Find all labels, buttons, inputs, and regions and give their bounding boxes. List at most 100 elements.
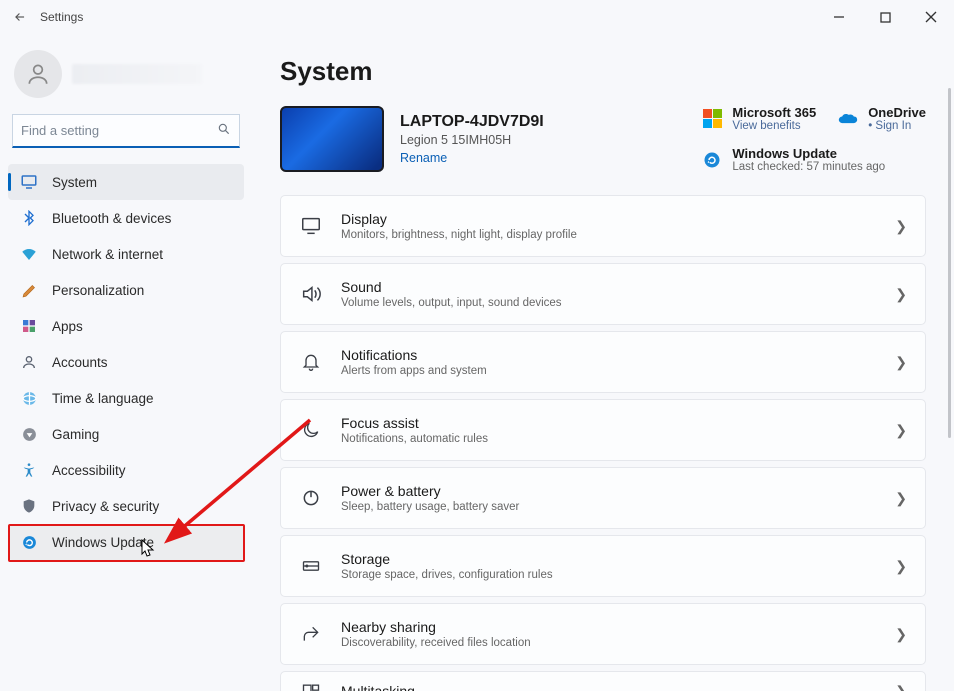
sidebar-item-accounts[interactable]: Accounts [8,344,244,380]
sidebar-item-system[interactable]: System [8,164,244,200]
card-sound[interactable]: Sound Volume levels, output, input, sound… [280,263,926,325]
search-icon [217,122,231,139]
sound-icon [299,282,323,306]
status-sub: • Sign In [868,120,926,132]
chevron-right-icon: ❯ [895,286,907,303]
card-title: Storage [341,551,553,567]
search-box[interactable] [12,114,240,148]
card-power-battery[interactable]: Power & batterySleep, battery usage, bat… [280,467,926,529]
sidebar-item-label: Personalization [52,283,144,298]
window-title: Settings [40,10,83,24]
status-microsoft365[interactable]: Microsoft 365 View benefits [702,105,816,132]
power-icon [299,486,323,510]
windows-update-icon [18,531,40,553]
chevron-right-icon: ❯ [895,558,907,575]
wifi-icon [18,243,40,265]
status-title: Microsoft 365 [732,105,816,120]
bluetooth-icon [18,207,40,229]
status-title: Windows Update [732,146,885,161]
chevron-right-icon: ❯ [895,422,907,439]
accessibility-icon [18,459,40,481]
scrollbar[interactable] [948,88,951,438]
chevron-right-icon: ❯ [895,683,907,691]
sidebar-item-accessibility[interactable]: Accessibility [8,452,244,488]
card-nearby-sharing[interactable]: Nearby sharingDiscoverability, received … [280,603,926,665]
device-thumbnail [280,106,384,172]
card-title: Multitasking [341,683,415,691]
sidebar-item-label: Time & language [52,391,154,406]
sidebar: System Bluetooth & devices Network & int… [0,34,252,691]
sidebar-item-bluetooth[interactable]: Bluetooth & devices [8,200,244,236]
user-account-row[interactable] [8,46,244,112]
card-multitasking[interactable]: Multitasking ❯ [280,671,926,691]
card-focus-assist[interactable]: Focus assist Notifications, automatic rul… [280,399,926,461]
sidebar-item-label: Network & internet [52,247,163,262]
sidebar-item-privacy[interactable]: Privacy & security [8,488,244,524]
close-button[interactable] [908,0,954,34]
status-windows-update[interactable]: Windows Update Last checked: 57 minutes … [702,146,926,173]
chevron-right-icon: ❯ [895,218,907,235]
status-sub: View benefits [732,120,816,132]
card-title: Display [341,211,577,227]
page-title: System [280,56,926,87]
chevron-right-icon: ❯ [895,626,907,643]
onedrive-icon [838,109,858,129]
search-input[interactable] [21,123,217,138]
main-content: System LAPTOP-4JDV7D9I Legion 5 15IMH05H… [252,34,954,691]
sidebar-item-time-language[interactable]: Time & language [8,380,244,416]
sidebar-item-label: System [52,175,97,190]
device-name: LAPTOP-4JDV7D9I [400,113,544,131]
card-sub: Alerts from apps and system [341,365,487,377]
back-button[interactable] [8,5,32,29]
sidebar-item-personalization[interactable]: Personalization [8,272,244,308]
multitasking-icon [299,679,323,691]
windows-update-status-icon [702,150,722,170]
globe-icon [18,387,40,409]
chevron-right-icon: ❯ [895,354,907,371]
card-sub: Monitors, brightness, night light, displ… [341,229,577,241]
settings-card-list: Display Monitors, brightness, night light… [280,195,926,691]
device-model: Legion 5 15IMH05H [400,133,544,147]
rename-link[interactable]: Rename [400,151,544,165]
shield-icon [18,495,40,517]
minimize-button[interactable] [816,0,862,34]
card-sub: Notifications, automatic rules [341,433,488,445]
card-title: Power & battery [341,483,519,499]
card-title: Focus assist [341,415,488,431]
storage-icon [299,554,323,578]
sidebar-item-label: Gaming [52,427,99,442]
card-sub: Storage space, drives, configuration rul… [341,569,553,581]
sidebar-item-network[interactable]: Network & internet [8,236,244,272]
card-display[interactable]: Display Monitors, brightness, night light… [280,195,926,257]
display-icon [299,214,323,238]
card-title: Sound [341,279,562,295]
system-icon [18,171,40,193]
card-title: Notifications [341,347,487,363]
status-onedrive[interactable]: OneDrive • Sign In [838,105,926,132]
sidebar-item-label: Privacy & security [52,499,159,514]
avatar [14,50,62,98]
bell-icon [299,350,323,374]
share-icon [299,622,323,646]
nav-list: System Bluetooth & devices Network & int… [8,162,244,683]
sidebar-item-gaming[interactable]: Gaming [8,416,244,452]
device-box[interactable]: LAPTOP-4JDV7D9I Legion 5 15IMH05H Rename [280,105,544,173]
chevron-right-icon: ❯ [895,490,907,507]
sidebar-item-label: Accessibility [52,463,126,478]
card-title: Nearby sharing [341,619,531,635]
sidebar-item-label: Windows Update [52,535,154,550]
sidebar-item-label: Bluetooth & devices [52,211,171,226]
device-info-row: LAPTOP-4JDV7D9I Legion 5 15IMH05H Rename… [280,105,926,173]
title-bar: Settings [0,0,954,34]
status-title: OneDrive [868,105,926,120]
sidebar-item-apps[interactable]: Apps [8,308,244,344]
status-sub: Last checked: 57 minutes ago [732,161,885,173]
maximize-button[interactable] [862,0,908,34]
card-storage[interactable]: Storage Storage space, drives, configurat… [280,535,926,597]
card-sub: Volume levels, output, input, sound devi… [341,297,562,309]
sidebar-item-label: Accounts [52,355,108,370]
sidebar-item-windows-update[interactable]: Windows Update [8,524,244,560]
gaming-icon [18,423,40,445]
card-notifications[interactable]: Notifications Alerts from apps and system… [280,331,926,393]
brush-icon [18,279,40,301]
